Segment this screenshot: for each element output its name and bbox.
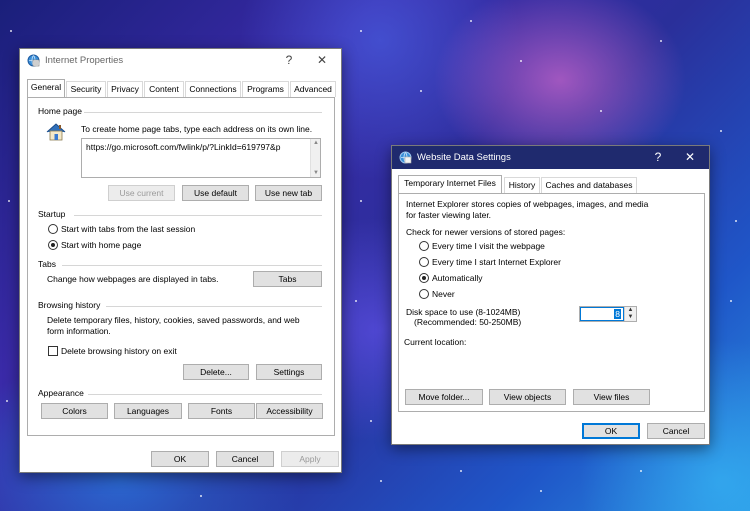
use-current-button[interactable]: Use current (108, 185, 175, 201)
tab-temporary-internet-files[interactable]: Temporary Internet Files (398, 175, 502, 193)
browsing-history-description-2: form information. (47, 326, 111, 336)
stepper-down-icon[interactable]: ▼ (625, 314, 636, 321)
move-folder-button[interactable]: Move folder... (405, 389, 483, 405)
accessibility-button[interactable]: Accessibility (256, 403, 323, 419)
delete-on-exit-label[interactable]: Delete browsing history on exit (61, 346, 177, 357)
title-bar[interactable]: Internet Properties ? ✕ (20, 49, 341, 72)
cancel-button[interactable]: Cancel (647, 423, 705, 439)
current-location-label: Current location: (404, 337, 467, 347)
appearance-group-label: Appearance (38, 388, 84, 398)
radio-never-label[interactable]: Never (432, 289, 455, 300)
delete-history-button[interactable]: Delete... (183, 364, 249, 380)
tab-advanced[interactable]: Advanced (290, 81, 336, 97)
languages-button[interactable]: Languages (114, 403, 182, 419)
radio-home-page[interactable] (48, 240, 58, 250)
close-button[interactable]: ✕ (309, 51, 335, 69)
tab-general[interactable]: General (27, 79, 65, 97)
view-objects-button[interactable]: View objects (489, 389, 566, 405)
delete-on-exit-checkbox[interactable] (48, 346, 58, 356)
home-page-house-icon (44, 120, 68, 146)
fonts-button[interactable]: Fonts (188, 403, 255, 419)
radio-every-visit[interactable] (419, 241, 429, 251)
tab-history[interactable]: History (504, 177, 540, 193)
home-page-url-text: https://go.microsoft.com/fwlink/p/?LinkI… (86, 142, 281, 152)
startup-group-label: Startup (38, 209, 66, 219)
tab-security[interactable]: Security (66, 81, 106, 97)
tab-content[interactable]: Content (144, 81, 184, 97)
disk-space-input[interactable]: 8 (580, 307, 624, 321)
disk-space-value: 8 (614, 309, 621, 319)
internet-options-icon (399, 151, 412, 164)
storage-description-1: Internet Explorer stores copies of webpa… (406, 199, 649, 209)
use-new-tab-button[interactable]: Use new tab (255, 185, 322, 201)
view-files-button[interactable]: View files (573, 389, 650, 405)
help-button[interactable]: ? (276, 51, 302, 69)
tab-strip: General Security Privacy Content Connect… (27, 79, 336, 97)
radio-last-session-label[interactable]: Start with tabs from the last session (61, 224, 195, 235)
tab-programs[interactable]: Programs (242, 81, 289, 97)
tab-caches-and-databases[interactable]: Caches and databases (541, 177, 637, 193)
startup-divider (74, 215, 322, 216)
help-button[interactable]: ? (645, 148, 671, 166)
internet-properties-window: Internet Properties ? ✕ General Security… (19, 48, 342, 473)
ok-button[interactable]: OK (151, 451, 209, 467)
tabs-group-label: Tabs (38, 259, 56, 269)
close-button[interactable]: ✕ (677, 148, 703, 166)
window-title: Internet Properties (45, 55, 124, 66)
browsing-history-group-label: Browsing history (38, 300, 101, 310)
ok-button[interactable]: OK (582, 423, 640, 439)
temporary-files-tab-panel: Internet Explorer stores copies of webpa… (398, 193, 705, 412)
disk-space-label-2: (Recommended: 50-250MB) (414, 317, 522, 327)
stepper-up-icon[interactable]: ▲ (625, 307, 636, 314)
tab-privacy[interactable]: Privacy (107, 81, 143, 97)
radio-every-start[interactable] (419, 257, 429, 267)
storage-description-2: for faster viewing later. (406, 210, 492, 220)
radio-never[interactable] (419, 289, 429, 299)
general-tab-panel: Home page To create home page tabs, type… (27, 97, 335, 436)
tab-strip: Temporary Internet Files History Caches … (398, 175, 704, 193)
tab-connections[interactable]: Connections (185, 81, 241, 97)
window-title: Website Data Settings (417, 152, 511, 163)
radio-home-page-label[interactable]: Start with home page (61, 240, 141, 251)
use-default-button[interactable]: Use default (182, 185, 249, 201)
apply-button[interactable]: Apply (281, 451, 339, 467)
check-newer-label: Check for newer versions of stored pages… (406, 227, 566, 237)
home-page-divider (84, 112, 322, 113)
website-data-settings-window: Website Data Settings ? ✕ Temporary Inte… (391, 145, 710, 445)
home-page-instruction: To create home page tabs, type each addr… (81, 124, 313, 134)
title-bar[interactable]: Website Data Settings ? ✕ (392, 146, 709, 169)
scroll-up-icon[interactable]: ▲ (311, 139, 320, 147)
tabs-settings-button[interactable]: Tabs (253, 271, 322, 287)
radio-every-start-label[interactable]: Every time I start Internet Explorer (432, 257, 561, 268)
scroll-down-icon[interactable]: ▼ (311, 169, 320, 177)
browsing-history-divider (106, 306, 322, 307)
url-field-scrollbar[interactable]: ▲ ▼ (310, 139, 320, 177)
appearance-divider (88, 394, 322, 395)
radio-every-visit-label[interactable]: Every time I visit the webpage (432, 241, 545, 252)
disk-space-spinner[interactable]: 8 ▲ ▼ (579, 306, 637, 322)
radio-automatically[interactable] (419, 273, 429, 283)
tabs-divider (62, 265, 322, 266)
colors-button[interactable]: Colors (41, 403, 108, 419)
cancel-button[interactable]: Cancel (216, 451, 274, 467)
internet-options-icon (27, 54, 40, 67)
disk-space-stepper[interactable]: ▲ ▼ (624, 307, 636, 321)
radio-automatically-label[interactable]: Automatically (432, 273, 483, 284)
radio-last-session[interactable] (48, 224, 58, 234)
home-page-group-label: Home page (38, 106, 82, 116)
tabs-description: Change how webpages are displayed in tab… (47, 274, 219, 284)
browsing-history-description-1: Delete temporary files, history, cookies… (47, 315, 300, 325)
history-settings-button[interactable]: Settings (256, 364, 322, 380)
home-page-url-field[interactable]: https://go.microsoft.com/fwlink/p/?LinkI… (81, 138, 321, 178)
